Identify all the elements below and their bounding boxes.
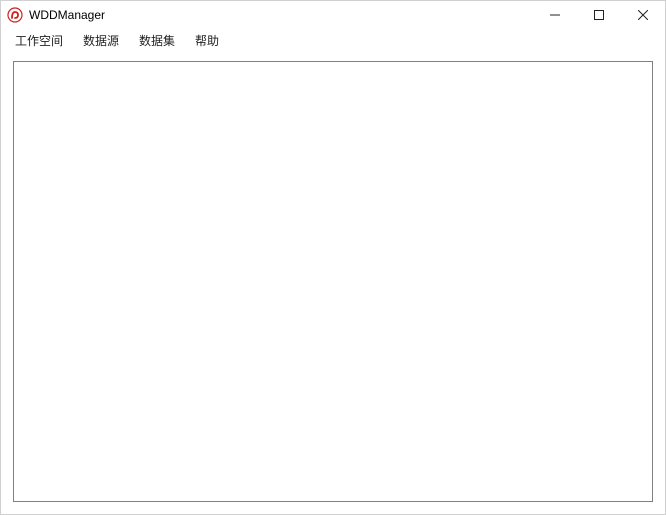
- window-title: WDDManager: [29, 8, 533, 22]
- menubar: 工作空间 数据源 数据集 帮助: [1, 29, 665, 51]
- maximize-button[interactable]: [577, 1, 621, 29]
- app-icon: [7, 7, 23, 23]
- window-controls: [533, 1, 665, 29]
- menu-help[interactable]: 帮助: [185, 30, 229, 51]
- menu-workspace[interactable]: 工作空间: [5, 30, 73, 51]
- content-panel: [13, 61, 653, 502]
- minimize-button[interactable]: [533, 1, 577, 29]
- titlebar: WDDManager: [1, 1, 665, 29]
- close-button[interactable]: [621, 1, 665, 29]
- menu-dataset[interactable]: 数据集: [129, 30, 185, 51]
- app-window: WDDManager 工作空间 数据源 数据集 帮助: [0, 0, 666, 515]
- content-area: [1, 51, 665, 514]
- menu-datasource[interactable]: 数据源: [73, 30, 129, 51]
